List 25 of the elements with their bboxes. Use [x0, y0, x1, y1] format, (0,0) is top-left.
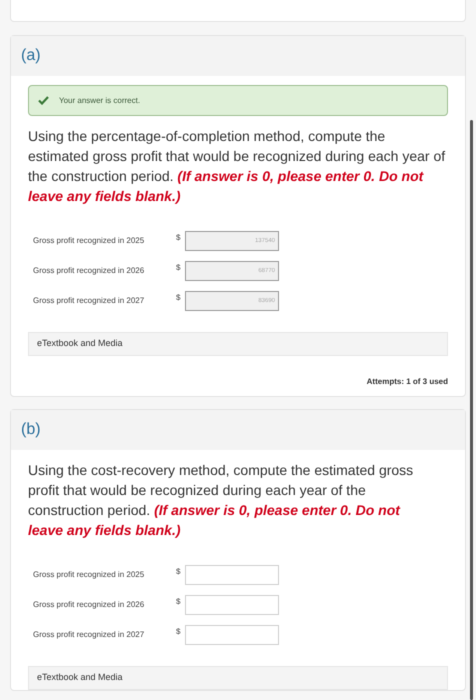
field-label: Gross profit recognized in 2027	[33, 629, 146, 641]
currency-symbol: $	[176, 262, 182, 274]
etextbook-link[interactable]: eTextbook and Media	[28, 666, 448, 690]
attempts-text: Attempts: 1 of 3 used	[366, 376, 448, 388]
scrollbar[interactable]	[470, 120, 473, 700]
field-label: Gross profit recognized in 2026	[33, 599, 146, 611]
check-icon	[38, 96, 49, 105]
currency-symbol: $	[176, 292, 182, 304]
question-text: Using the cost-recovery method, compute the estimated gross profit that would be recognized during each year of the construction period. (If answer is 0, please enter 0. Do not leave any fields blank.)	[28, 461, 414, 540]
part-label: (a)	[21, 46, 41, 66]
field-label: Gross profit recognized in 2025	[33, 235, 146, 247]
question-text: Using the percentage-of-completion method, compute the estimated gross profit that would be recognized during each year of the construction period. (If answer is 0, please enter 0. Do not leave any fields blank.)	[28, 127, 446, 206]
feedback-text: Your answer is correct.	[59, 94, 140, 106]
currency-symbol: $	[176, 626, 182, 638]
field-label: Gross profit recognized in 2025	[33, 569, 146, 581]
amount-input[interactable]	[185, 625, 279, 645]
part-label: (b)	[21, 420, 41, 440]
currency-symbol: $	[176, 232, 182, 244]
amount-input[interactable]	[185, 565, 279, 585]
currency-symbol: $	[176, 566, 182, 578]
currency-symbol: $	[176, 596, 182, 608]
amount-input[interactable]	[185, 595, 279, 615]
field-label: Gross profit recognized in 2027	[33, 295, 146, 307]
field-label: Gross profit recognized in 2026	[33, 265, 146, 277]
etextbook-link[interactable]: eTextbook and Media	[28, 332, 448, 356]
